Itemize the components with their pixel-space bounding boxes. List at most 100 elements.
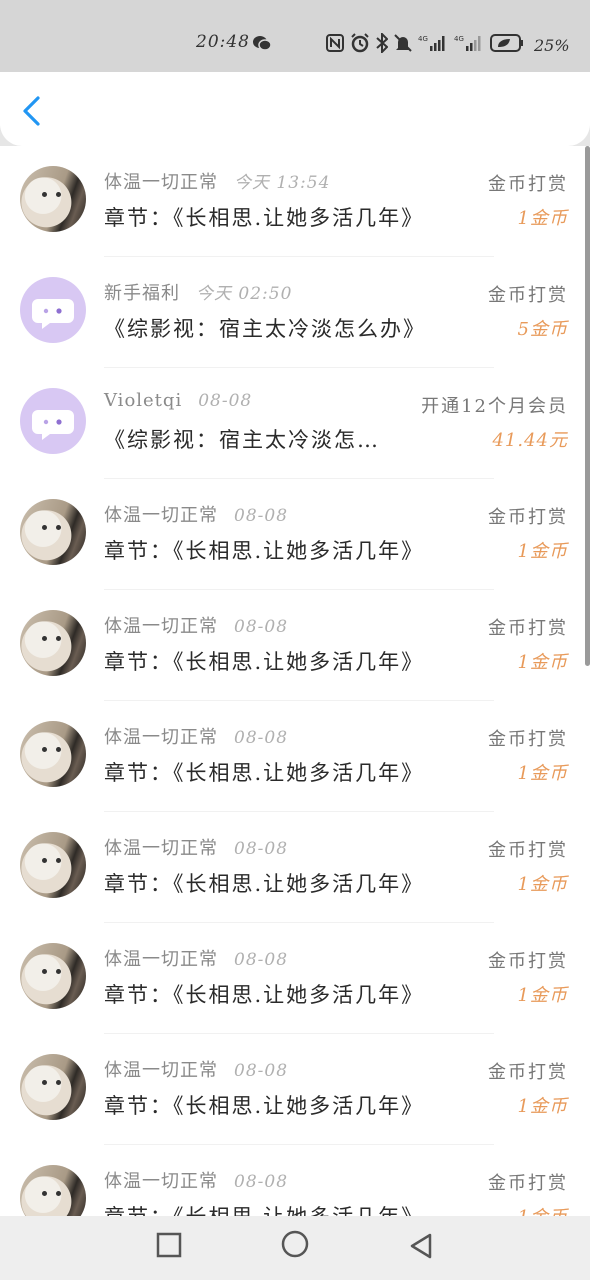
sender-name-text: 体温一切正常 xyxy=(104,1060,218,1081)
item-title: 章节：《长相思.让她多活几年》 xyxy=(104,539,425,563)
sender-name: 体温一切正常 今天 13:54 xyxy=(104,168,330,194)
sender-name: Violetqi 08-08 xyxy=(104,390,252,411)
reward-type: 金币打赏 xyxy=(488,174,568,195)
list-item[interactable]: 体温一切正常 08-08 章节：《长相思.让她多活几年》 金币打赏 1金币 xyxy=(0,701,590,812)
item-title: 章节：《长相思.让她多活几年》 xyxy=(104,206,425,230)
timestamp: 08-08 xyxy=(234,839,289,859)
sender-name-text: Violetqi xyxy=(104,390,183,411)
reward-amount: 1金币 xyxy=(517,874,568,895)
list-item[interactable]: 新手福利 今天 02:50 《综影视：宿主太冷淡怎么办》 金币打赏 5金币 xyxy=(0,257,590,368)
signal-4g-icon: 4G xyxy=(418,34,448,56)
sender-name: 体温一切正常 08-08 xyxy=(104,834,288,860)
battery-percentage: 25% xyxy=(534,35,570,55)
timestamp: 08-08 xyxy=(234,728,289,748)
sender-name: 体温一切正常 08-08 xyxy=(104,1167,288,1193)
timestamp: 08-08 xyxy=(198,391,253,411)
timestamp: 08-08 xyxy=(234,506,289,526)
reward-type: 开通12个月会员 xyxy=(421,396,568,417)
sender-name-text: 体温一切正常 xyxy=(104,949,218,970)
sender-name-text: 体温一切正常 xyxy=(104,172,218,193)
sender-name: 体温一切正常 08-08 xyxy=(104,501,288,527)
sender-name-text: 体温一切正常 xyxy=(104,616,218,637)
navigation-bar xyxy=(0,1216,590,1280)
sender-name: 体温一切正常 08-08 xyxy=(104,723,288,749)
sender-name-text: 新手福利 xyxy=(104,283,180,304)
item-title: 《综影视：宿主太冷淡怎么办》 xyxy=(104,317,426,341)
sender-name-text: 体温一切正常 xyxy=(104,505,218,526)
timestamp: 今天 13:54 xyxy=(234,173,331,193)
reward-type: 金币打赏 xyxy=(488,618,568,639)
mute-icon xyxy=(394,33,412,57)
avatar[interactable] xyxy=(20,943,86,1009)
reward-type: 金币打赏 xyxy=(488,507,568,528)
svg-text:4G: 4G xyxy=(418,35,428,43)
item-title: 章节：《长相思.让她多活几年》 xyxy=(104,761,425,785)
signal-4g-icon: 4G xyxy=(454,34,484,56)
wechat-icon xyxy=(253,35,272,55)
back-button[interactable] xyxy=(18,94,48,128)
list-item[interactable]: 体温一切正常 今天 13:54 章节：《长相思.让她多活几年》 金币打赏 1金币 xyxy=(0,146,590,257)
reward-type: 金币打赏 xyxy=(488,1062,568,1083)
sender-name-text: 体温一切正常 xyxy=(104,838,218,859)
reward-amount: 5金币 xyxy=(517,319,568,340)
avatar[interactable] xyxy=(20,1165,86,1216)
reward-type: 金币打赏 xyxy=(488,951,568,972)
svg-text:4G: 4G xyxy=(454,35,464,43)
reward-amount: 1金币 xyxy=(517,541,568,562)
header xyxy=(0,72,590,146)
home-button[interactable] xyxy=(281,1230,309,1262)
recents-button[interactable] xyxy=(156,1232,182,1262)
avatar[interactable] xyxy=(20,610,86,676)
sender-name: 新手福利 今天 02:50 xyxy=(104,279,292,305)
home-circle-icon xyxy=(281,1230,309,1258)
reward-record-list[interactable]: 体温一切正常 今天 13:54 章节：《长相思.让她多活几年》 金币打赏 1金币 新手福利… xyxy=(0,146,590,1216)
back-triangle-icon xyxy=(410,1233,432,1259)
reward-amount: 41.44元 xyxy=(492,430,568,451)
avatar[interactable] xyxy=(20,499,86,565)
item-title: 章节：《长相思.让她多活几年》 xyxy=(104,1201,424,1216)
reward-amount: 1金币 xyxy=(517,1096,568,1117)
avatar[interactable] xyxy=(20,166,86,232)
battery-icon xyxy=(490,34,524,56)
bluetooth-icon xyxy=(376,31,389,57)
recents-square-icon xyxy=(156,1232,182,1258)
list-item[interactable]: 体温一切正常 08-08 章节：《长相思.让她多活几年》 金币打赏 1金币 xyxy=(0,1145,590,1216)
reward-type: 金币打赏 xyxy=(488,729,568,750)
status-time: 20:48 xyxy=(196,32,250,52)
avatar[interactable] xyxy=(20,388,86,454)
list-item[interactable]: 体温一切正常 08-08 章节：《长相思.让她多活几年》 金币打赏 1金币 xyxy=(0,1034,590,1145)
alarm-icon xyxy=(350,33,370,57)
sender-name-text: 体温一切正常 xyxy=(104,1171,218,1192)
reward-amount: 1金币 xyxy=(517,652,568,673)
item-title: 章节：《长相思.让她多活几年》 xyxy=(104,983,425,1007)
sender-name: 体温一切正常 08-08 xyxy=(104,945,288,971)
avatar[interactable] xyxy=(20,832,86,898)
reward-amount: 1金币 xyxy=(518,1203,568,1216)
chat-bubble-icon xyxy=(32,410,74,440)
reward-amount: 1金币 xyxy=(517,985,568,1006)
item-title: 章节：《长相思.让她多活几年》 xyxy=(104,872,425,896)
avatar[interactable] xyxy=(20,277,86,343)
avatar[interactable] xyxy=(20,721,86,787)
reward-type: 金币打赏 xyxy=(488,1173,568,1194)
timestamp: 08-08 xyxy=(234,1061,289,1081)
reward-amount: 1金币 xyxy=(517,208,568,229)
item-title: 章节：《长相思.让她多活几年》 xyxy=(104,1094,425,1118)
status-icons: 4G 4G 25% xyxy=(326,31,570,57)
reward-type: 金币打赏 xyxy=(488,285,568,306)
timestamp: 08-08 xyxy=(234,950,289,970)
chat-bubble-icon xyxy=(32,299,74,329)
avatar[interactable] xyxy=(20,1054,86,1120)
timestamp: 08-08 xyxy=(234,1172,289,1192)
status-bar: 20:48 4G 4G 25% xyxy=(0,0,590,72)
item-title: 《综影视：宿主太冷淡怎… xyxy=(104,428,380,452)
list-item[interactable]: 体温一切正常 08-08 章节：《长相思.让她多活几年》 金币打赏 1金币 xyxy=(0,923,590,1034)
system-back-button[interactable] xyxy=(408,1232,434,1264)
list-item[interactable]: 体温一切正常 08-08 章节：《长相思.让她多活几年》 金币打赏 1金币 xyxy=(0,812,590,923)
reward-type: 金币打赏 xyxy=(488,840,568,861)
item-title: 章节：《长相思.让她多活几年》 xyxy=(104,650,425,674)
list-item[interactable]: 体温一切正常 08-08 章节：《长相思.让她多活几年》 金币打赏 1金币 xyxy=(0,590,590,701)
nfc-icon xyxy=(326,34,344,56)
list-item[interactable]: 体温一切正常 08-08 章节：《长相思.让她多活几年》 金币打赏 1金币 xyxy=(0,479,590,590)
list-item[interactable]: Violetqi 08-08 《综影视：宿主太冷淡怎… 开通12个月会员 41.44元 xyxy=(0,368,590,479)
